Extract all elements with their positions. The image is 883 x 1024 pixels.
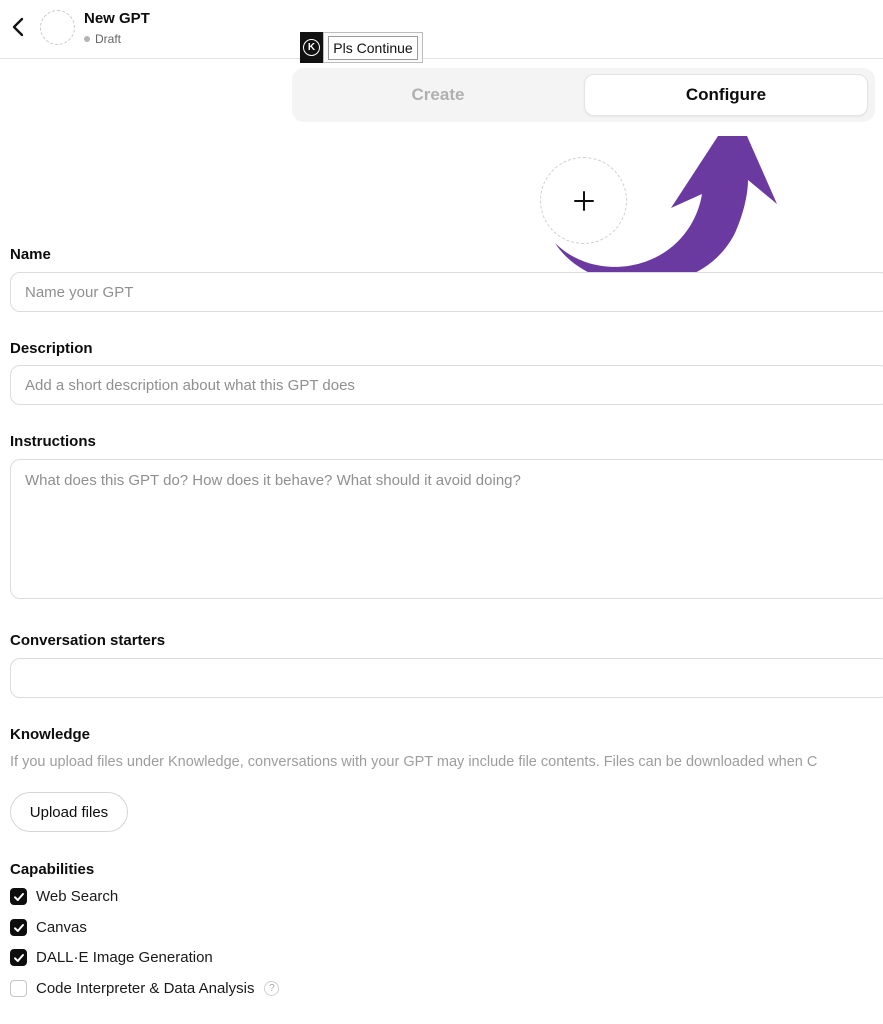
- instructions-label: Instructions: [10, 433, 96, 450]
- tab-configure[interactable]: Configure: [584, 74, 868, 116]
- check-icon: [13, 892, 24, 901]
- help-circle-icon[interactable]: ?: [264, 981, 280, 996]
- web-search-label: Web Search: [36, 888, 119, 905]
- conversation-starters-label: Conversation starters: [10, 632, 166, 649]
- name-label: Name: [10, 246, 51, 263]
- name-input[interactable]: Name your GPT: [10, 272, 883, 312]
- capability-dalle[interactable]: DALL·E Image Generation: [10, 949, 213, 966]
- web-search-checkbox[interactable]: [10, 888, 27, 905]
- capability-canvas[interactable]: Canvas: [10, 919, 87, 936]
- knowledge-hint: If you upload files under Knowledge, con…: [10, 754, 818, 770]
- mode-tabs: Create Configure: [292, 68, 875, 122]
- chevron-left-icon: [12, 17, 24, 37]
- dalle-checkbox[interactable]: [10, 949, 27, 966]
- status-dot: [84, 36, 90, 42]
- code-interpreter-label: Code Interpreter & Data Analysis: [36, 980, 255, 997]
- tab-create[interactable]: Create: [292, 68, 584, 122]
- k-logo-icon: K: [303, 39, 320, 56]
- capabilities-label: Capabilities: [10, 861, 95, 878]
- description-label: Description: [10, 340, 93, 357]
- instructions-textarea[interactable]: What does this GPT do? How does it behav…: [10, 459, 883, 599]
- capability-web-search[interactable]: Web Search: [10, 888, 118, 905]
- dalle-label: DALL·E Image Generation: [36, 949, 213, 966]
- capability-code-interpreter[interactable]: Code Interpreter & Data Analysis ?: [10, 980, 280, 997]
- upload-files-button[interactable]: Upload files: [10, 792, 128, 832]
- overlay-logo: K: [300, 32, 323, 63]
- draft-label: Draft: [95, 32, 122, 46]
- knowledge-label: Knowledge: [10, 726, 91, 743]
- check-icon: [13, 953, 24, 962]
- conversation-starter-input[interactable]: [10, 658, 883, 698]
- gpt-title: New GPT: [84, 10, 150, 27]
- back-button[interactable]: [10, 16, 28, 38]
- canvas-checkbox[interactable]: [10, 919, 27, 936]
- overlay-continue-label: Pls Continue: [328, 35, 418, 60]
- description-input[interactable]: Add a short description about what this …: [10, 365, 883, 405]
- draft-status: Draft: [84, 32, 121, 46]
- code-interpreter-checkbox[interactable]: [10, 980, 27, 997]
- check-icon: [13, 923, 24, 932]
- overlay-continue-button[interactable]: Pls Continue: [323, 32, 423, 63]
- gpt-avatar[interactable]: [40, 10, 75, 45]
- canvas-label: Canvas: [36, 919, 87, 936]
- header-divider: [0, 58, 883, 59]
- gpt-editor-page: New GPT Draft K Pls Continue Create Conf…: [0, 0, 883, 1024]
